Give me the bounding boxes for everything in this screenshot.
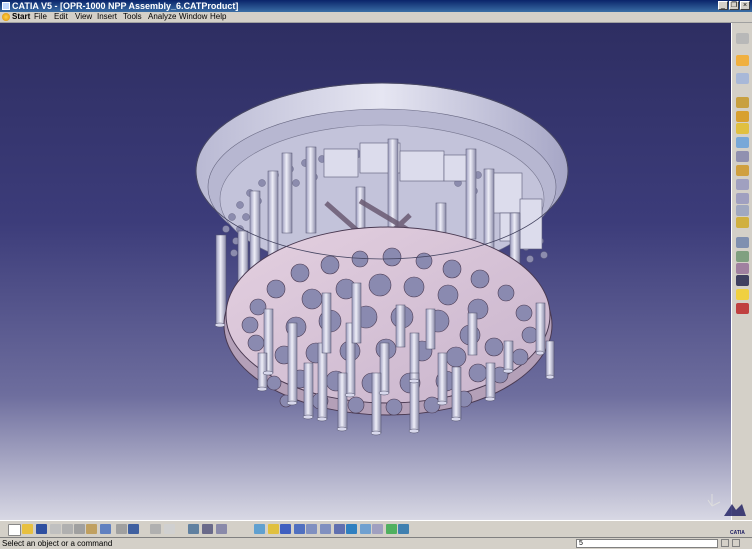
coincidence-icon[interactable] — [736, 217, 749, 228]
contact-icon[interactable] — [736, 237, 749, 248]
graph-tree-icon[interactable] — [736, 151, 749, 162]
constraint-icon[interactable] — [736, 193, 749, 204]
right-toolbar — [731, 23, 752, 520]
close-button[interactable]: × — [740, 1, 750, 10]
status-message: Select an object or a command — [2, 539, 113, 548]
open-icon[interactable] — [22, 524, 33, 534]
3d-viewport[interactable] — [0, 23, 731, 520]
rotate-icon[interactable] — [294, 524, 305, 534]
inertia-icon[interactable] — [216, 524, 227, 534]
menu-insert[interactable]: Insert — [97, 12, 117, 22]
select-icon[interactable] — [736, 55, 749, 66]
explode-icon[interactable] — [736, 303, 749, 314]
menu-window[interactable]: Window — [179, 12, 207, 22]
app-icon[interactable] — [2, 2, 10, 10]
command-back-button[interactable] — [721, 539, 729, 547]
iso-view-icon[interactable] — [346, 524, 357, 534]
menu-analyze[interactable]: Analyze — [148, 12, 176, 22]
catia-logo-icon — [724, 504, 746, 516]
redo-icon[interactable] — [116, 524, 127, 534]
whats-this-icon[interactable] — [128, 524, 139, 534]
fly-mode-icon[interactable] — [254, 524, 265, 534]
catalog-icon[interactable] — [188, 524, 199, 534]
quick-view-icon[interactable] — [360, 524, 371, 534]
title-bar: CATIA V5 - [OPR-1000 NPP Assembly_6.CATP… — [0, 0, 752, 12]
zoom-in-icon[interactable] — [306, 524, 317, 534]
snap-icon[interactable] — [736, 289, 749, 300]
angle-icon[interactable] — [736, 263, 749, 274]
fix-icon[interactable] — [736, 205, 749, 216]
bottom-toolbar — [0, 520, 752, 537]
paste-icon[interactable] — [86, 524, 97, 534]
print-icon[interactable] — [50, 524, 61, 534]
normal-view-icon[interactable] — [334, 524, 345, 534]
pan-icon[interactable] — [280, 524, 291, 534]
start-icon — [2, 13, 10, 21]
measure-icon[interactable] — [202, 524, 213, 534]
product-icon[interactable] — [736, 73, 749, 84]
save-icon[interactable] — [36, 524, 47, 534]
window-title: CATIA V5 - [OPR-1000 NPP Assembly_6.CATP… — [12, 1, 239, 11]
offset-icon[interactable] — [736, 251, 749, 262]
menu-bar: Start File Edit View Insert Tools Analyz… — [0, 12, 752, 23]
command-cancel-button[interactable] — [732, 539, 740, 547]
sketcher-icon[interactable] — [736, 33, 749, 44]
replace-icon[interactable] — [736, 137, 749, 148]
menu-help[interactable]: Help — [210, 12, 226, 22]
fast-multi-instantiation-icon[interactable] — [736, 179, 749, 190]
zoom-out-icon[interactable] — [320, 524, 331, 534]
component-icon[interactable] — [736, 97, 749, 108]
undo-icon[interactable] — [100, 524, 111, 534]
cut-icon[interactable] — [62, 524, 73, 534]
catia-logo-text: CATIA — [730, 530, 745, 536]
command-input[interactable] — [576, 539, 718, 548]
part-icon[interactable] — [736, 111, 749, 122]
new-icon[interactable] — [8, 524, 21, 536]
menu-file[interactable]: File — [34, 12, 47, 22]
hide-show-icon[interactable] — [386, 524, 397, 534]
menu-tools[interactable]: Tools — [123, 12, 142, 22]
existing-component-icon[interactable] — [736, 123, 749, 134]
comment-icon[interactable] — [164, 524, 175, 534]
restore-button[interactable]: ❐ — [729, 1, 739, 10]
shading-icon[interactable] — [372, 524, 383, 534]
copy-icon[interactable] — [74, 524, 85, 534]
menu-start[interactable]: Start — [12, 12, 30, 22]
swap-visible-space-icon[interactable] — [398, 524, 409, 534]
window-controls: _ ❐ × — [718, 1, 750, 10]
formula-icon[interactable] — [150, 524, 161, 534]
fit-all-icon[interactable] — [268, 524, 279, 534]
menu-view[interactable]: View — [75, 12, 92, 22]
manipulation-icon[interactable] — [736, 275, 749, 286]
generate-numbering-icon[interactable] — [736, 165, 749, 176]
menu-edit[interactable]: Edit — [54, 12, 68, 22]
minimize-button[interactable]: _ — [718, 1, 728, 10]
status-bar: Select an object or a command — [0, 537, 752, 549]
assembly-model[interactable] — [0, 23, 731, 520]
